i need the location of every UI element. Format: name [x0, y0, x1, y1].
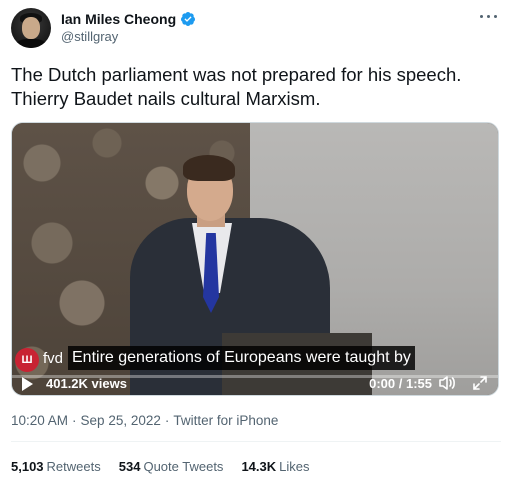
tweet-date[interactable]: Sep 25, 2022: [81, 413, 161, 428]
channel-tag: fvd: [43, 350, 64, 367]
meta-separator: ·: [164, 413, 170, 428]
tweet-text-line-1: The Dutch parliament was not prepared fo…: [11, 64, 462, 85]
play-icon[interactable]: [22, 377, 33, 391]
tweet-time[interactable]: 10:20 AM: [11, 413, 68, 428]
video-time: 0:00 / 1:55: [369, 376, 432, 391]
likes-stat[interactable]: 14.3K Likes: [241, 459, 309, 474]
tweet-stats: 5,103 Retweets 534 Quote Tweets 14.3K Likes: [11, 459, 310, 474]
view-count: 401.2K views: [46, 376, 127, 391]
retweets-count: 5,103: [11, 459, 44, 474]
meta-separator: ·: [72, 413, 77, 428]
verified-badge-icon: [181, 12, 196, 26]
divider: [11, 441, 501, 442]
tweet-text: The Dutch parliament was not prepared fo…: [11, 63, 501, 111]
tweet-meta: 10:20 AM · Sep 25, 2022 · Twitter for iP…: [11, 413, 278, 428]
quote-tweets-count: 534: [118, 459, 141, 474]
quote-tweets-stat[interactable]: 534 Quote Tweets: [119, 459, 224, 474]
video-subtitle-bar: Ш fvd Entire generations of Europeans we…: [12, 345, 498, 372]
tweet-source[interactable]: Twitter for iPhone: [173, 413, 278, 428]
likes-count: 14.3K: [241, 459, 277, 474]
avatar-body: [16, 39, 46, 48]
retweets-label: Retweets: [46, 459, 101, 474]
likes-label: Likes: [279, 459, 310, 474]
quote-tweets-label: Quote Tweets: [143, 459, 224, 474]
fullscreen-icon[interactable]: [472, 375, 488, 391]
avatar-face: [22, 17, 40, 39]
more-options-icon[interactable]: [480, 12, 498, 22]
user-handle[interactable]: @stillgray: [61, 29, 118, 44]
name-row: Ian Miles Cheong: [61, 11, 196, 27]
display-name[interactable]: Ian Miles Cheong: [61, 11, 176, 27]
video-caption: Entire generations of Europeans were tau…: [68, 346, 415, 370]
video-speaker-hair: [183, 155, 235, 181]
avatar[interactable]: [11, 8, 51, 48]
video-player[interactable]: Ш fvd Entire generations of Europeans we…: [11, 122, 499, 396]
tweet-text-line-2: Thierry Baudet nails cultural Marxism.: [11, 88, 321, 109]
video-controls: 401.2K views 0:00 / 1:55: [12, 369, 498, 395]
tweet-card: Ian Miles Cheong @stillgray The Dutch pa…: [0, 0, 512, 484]
volume-icon[interactable]: [438, 375, 456, 391]
retweets-stat[interactable]: 5,103 Retweets: [11, 459, 101, 474]
